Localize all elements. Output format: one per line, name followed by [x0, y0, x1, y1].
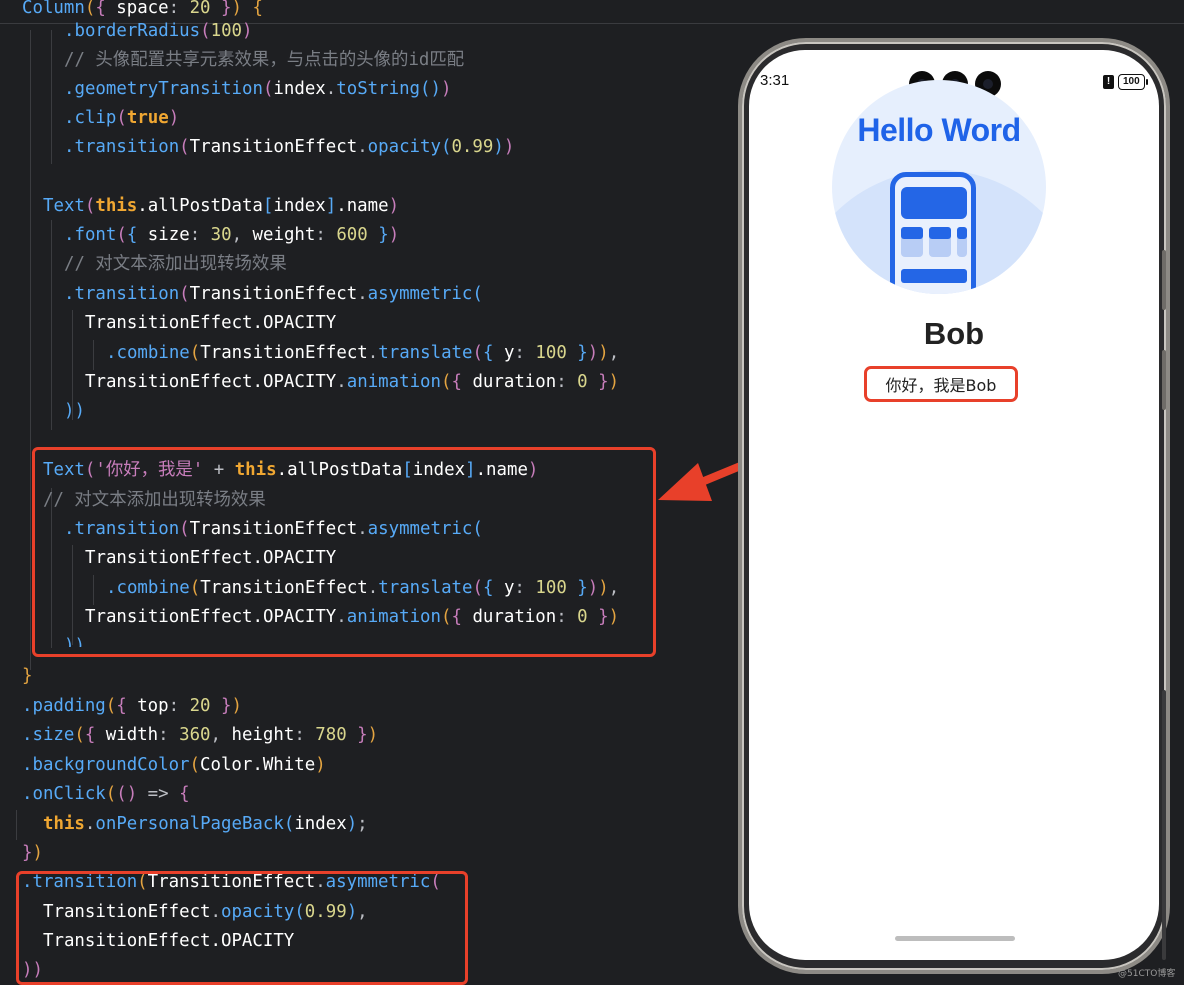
code-line-30: }): [22, 843, 43, 863]
code-line-26: .size({ width: 360, height: 780 }): [22, 725, 379, 745]
code-line-2: .borderRadius(100): [64, 21, 253, 41]
code-line-25: .padding({ top: 20 }): [22, 696, 242, 716]
phone-side-button: [1162, 350, 1166, 410]
indent-guide: [51, 220, 52, 430]
status-time: 3:31: [760, 72, 790, 89]
phone-screen[interactable]: 3:31 ! 100 Hello Word Bob 你好，我是Bob: [749, 50, 1159, 960]
profile-name: Bob: [923, 316, 985, 351]
illustration-banner: [901, 187, 967, 219]
code-line-5: .clip(true): [64, 108, 180, 128]
illustration-card: [929, 227, 951, 257]
code-line-28: .onClick(() => {: [22, 784, 190, 804]
code-line-24: }: [22, 666, 33, 686]
code-line-9: .font({ size: 30, weight: 600 }): [64, 225, 400, 245]
code-line-13: .combine(TransitionEffect.translate({ y:…: [106, 343, 620, 363]
highlight-box-text-block: [32, 447, 656, 657]
indent-guide: [30, 30, 31, 670]
code-line-14: TransitionEffect.OPACITY.animation({ dur…: [85, 372, 620, 392]
code-line-15: )): [64, 401, 85, 421]
phone-side-button: [1162, 250, 1166, 310]
code-line-4: .geometryTransition(index.toString()): [64, 79, 452, 99]
watermark: @51CTO博客: [1118, 969, 1176, 979]
illustration-card: [901, 227, 923, 257]
phone-frame-edge: [1162, 690, 1166, 960]
code-line-12: TransitionEffect.OPACITY: [85, 313, 337, 333]
code-line-11: .transition(TransitionEffect.asymmetric(: [64, 284, 483, 304]
code-editor[interactable]: Column({ space: 20 }) { .borderRadius(10…: [0, 0, 1184, 985]
highlight-box-transition-block: [16, 871, 468, 985]
phone-preview: 3:31 ! 100 Hello Word Bob 你好，我是Bob: [742, 42, 1166, 970]
home-indicator[interactable]: [895, 936, 1015, 941]
phone-illustration-icon: [890, 172, 976, 294]
code-line-6: .transition(TransitionEffect.opacity(0.9…: [64, 137, 515, 157]
code-line-27: .backgroundColor(Color.White): [22, 755, 326, 775]
avatar[interactable]: Hello Word: [832, 80, 1046, 294]
highlight-box-greeting: [864, 366, 1018, 402]
illustration-card: [957, 227, 967, 257]
avatar-title: Hello Word: [857, 112, 1021, 148]
code-line-8: Text(this.allPostData[index].name): [43, 196, 400, 216]
code-line-10: // 对文本添加出现转场效果: [64, 254, 287, 274]
alert-icon: !: [1103, 75, 1114, 89]
indent-guide: [93, 340, 94, 370]
code-line-29: this.onPersonalPageBack(index);: [43, 814, 368, 834]
indent-guide: [16, 810, 17, 840]
status-icons: ! 100: [1103, 74, 1148, 90]
code-line-3: // 头像配置共享元素效果，与点击的头像的id匹配: [64, 50, 465, 70]
battery-icon: 100: [1118, 74, 1148, 90]
illustration-footer: [901, 269, 967, 283]
indent-guide: [51, 30, 52, 164]
